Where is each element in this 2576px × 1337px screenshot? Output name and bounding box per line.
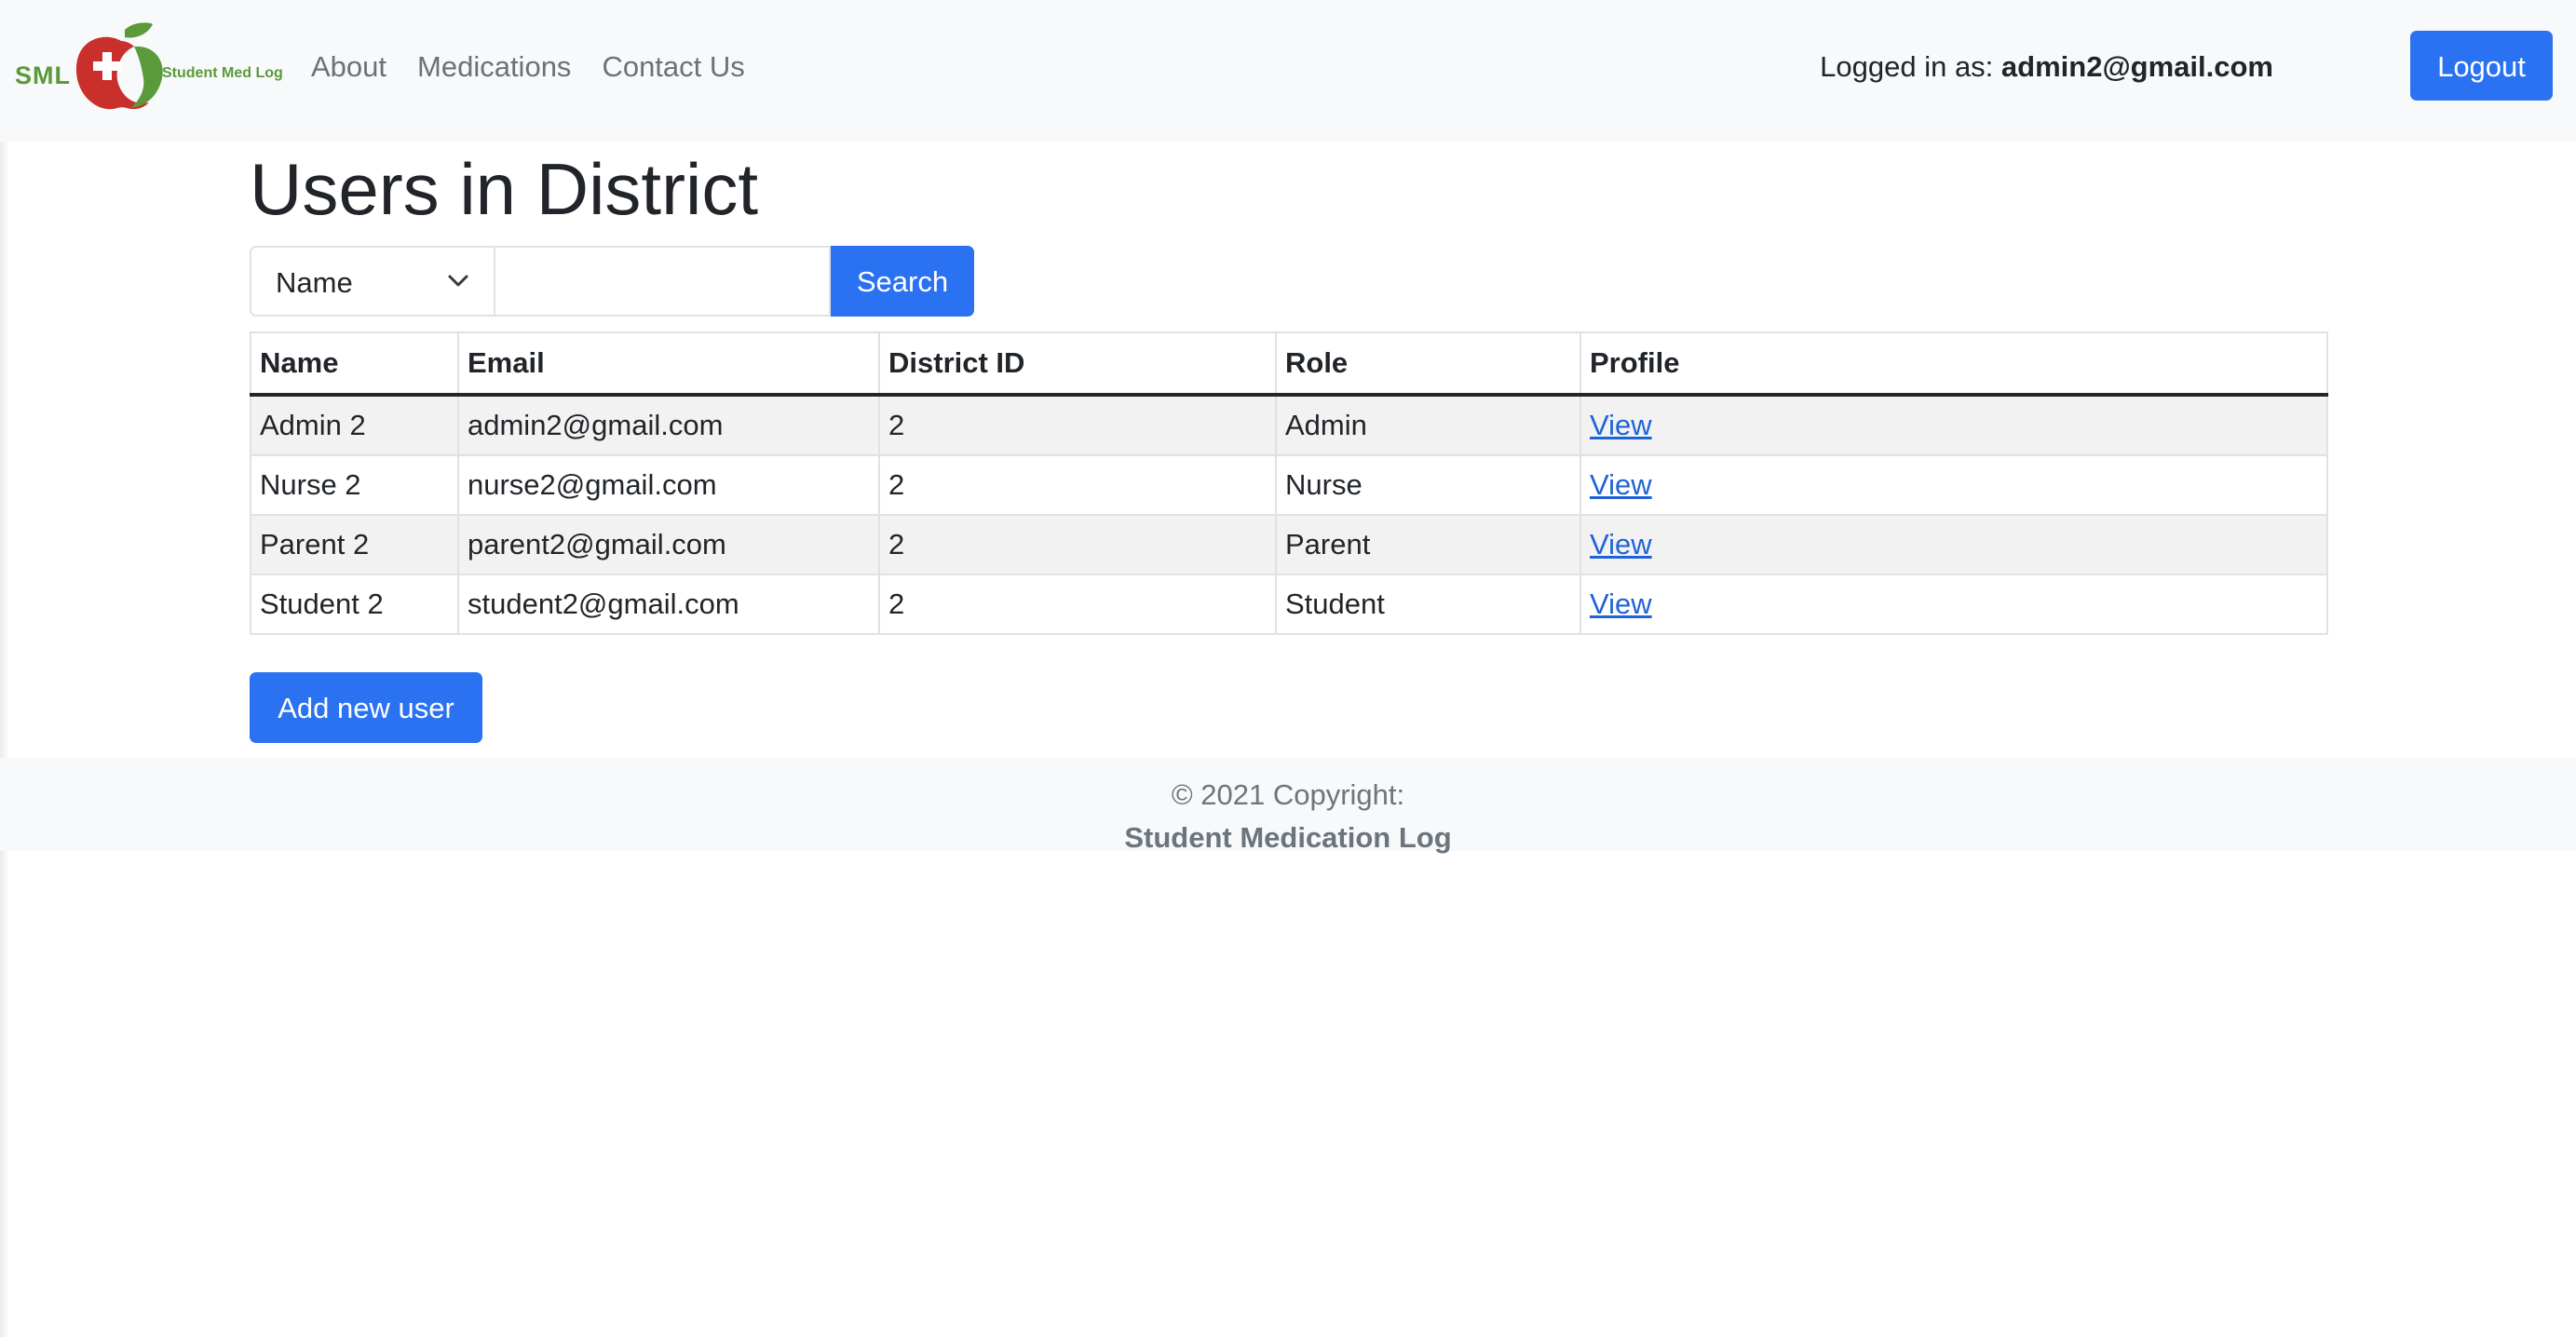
table-header-row: Name Email District ID Role Profile <box>250 331 2328 397</box>
cell-name: Parent 2 <box>250 514 459 575</box>
cell-role: Student <box>1275 574 1581 635</box>
cell-role: Nurse <box>1275 454 1581 516</box>
chevron-down-icon <box>448 275 468 287</box>
table-row: Nurse 2 nurse2@gmail.com 2 Nurse View <box>250 454 2328 516</box>
cell-role: Parent <box>1275 514 1581 575</box>
brand-logo[interactable]: SML Student Med Log <box>15 20 283 115</box>
page-title: Users in District <box>250 148 759 230</box>
logged-in-status: Logged in as: admin2@gmail.com <box>1820 48 2273 86</box>
table-row: Admin 2 admin2@gmail.com 2 Admin View <box>250 394 2328 456</box>
column-header-name: Name <box>250 331 459 397</box>
view-profile-link[interactable]: View <box>1590 528 1652 560</box>
column-header-email: Email <box>457 331 880 397</box>
column-header-role: Role <box>1275 331 1581 397</box>
left-edge-shade <box>0 0 9 1337</box>
view-profile-link[interactable]: View <box>1590 587 1652 620</box>
page-footer: © 2021 Copyright: Student Medication Log <box>0 758 2576 854</box>
view-profile-link[interactable]: View <box>1590 409 1652 441</box>
users-table: Name Email District ID Role Profile Admi… <box>250 331 2328 635</box>
logged-in-prefix: Logged in as: <box>1820 50 1994 83</box>
cell-email: student2@gmail.com <box>457 574 880 635</box>
nav-link-about[interactable]: About <box>311 48 386 86</box>
cell-district-id: 2 <box>878 514 1277 575</box>
cell-profile: View <box>1579 454 2328 516</box>
main-nav: About Medications Contact Us <box>311 48 745 86</box>
search-bar: Name Search <box>250 246 974 317</box>
cell-name: Nurse 2 <box>250 454 459 516</box>
search-field-selected: Name <box>276 266 353 299</box>
cell-profile: View <box>1579 394 2328 456</box>
cell-email: nurse2@gmail.com <box>457 454 880 516</box>
brand-tagline: Student Med Log <box>162 65 283 81</box>
nav-link-medications[interactable]: Medications <box>417 48 571 86</box>
view-profile-link[interactable]: View <box>1590 468 1652 501</box>
cell-email: parent2@gmail.com <box>457 514 880 575</box>
add-new-user-button[interactable]: Add new user <box>250 672 482 743</box>
cell-district-id: 2 <box>878 574 1277 635</box>
column-header-profile: Profile <box>1579 331 2328 397</box>
footer-org-name: Student Medication Log <box>1124 821 1452 854</box>
cell-profile: View <box>1579 514 2328 575</box>
cell-role: Admin <box>1275 394 1581 456</box>
cell-name: Admin 2 <box>250 394 459 456</box>
logout-button[interactable]: Logout <box>2410 31 2553 101</box>
apple-medical-cross-icon <box>75 22 163 110</box>
cell-district-id: 2 <box>878 454 1277 516</box>
nav-link-contact-us[interactable]: Contact Us <box>602 48 744 86</box>
column-header-district-id: District ID <box>878 331 1277 397</box>
table-row: Parent 2 parent2@gmail.com 2 Parent View <box>250 514 2328 575</box>
cell-profile: View <box>1579 574 2328 635</box>
search-button[interactable]: Search <box>831 246 974 317</box>
search-field-select[interactable]: Name <box>250 246 495 317</box>
logged-in-user: admin2@gmail.com <box>2000 50 2273 83</box>
search-input[interactable] <box>494 246 831 317</box>
cell-name: Student 2 <box>250 574 459 635</box>
brand-short-label: SML <box>15 61 71 89</box>
footer-copyright: © 2021 Copyright: <box>1171 778 1405 811</box>
cell-email: admin2@gmail.com <box>457 394 880 456</box>
table-row: Student 2 student2@gmail.com 2 Student V… <box>250 574 2328 635</box>
cell-district-id: 2 <box>878 394 1277 456</box>
top-navbar: SML Student Med Log About Medications Co… <box>0 0 2576 142</box>
